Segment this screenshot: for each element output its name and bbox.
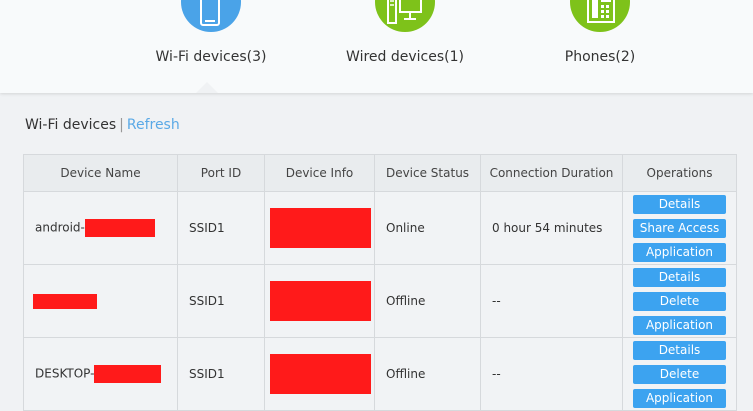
header-operations: Operations [622,154,737,192]
connection-duration-cell: -- [480,264,623,338]
active-category-pointer [196,82,218,93]
details-button[interactable]: Details [633,268,726,287]
device-name-text: android- [35,220,85,235]
device-info-cell [264,191,375,265]
header-device-name: Device Name [23,154,178,192]
redacted-name [94,365,162,383]
device-info-cell [264,264,375,338]
table-row: SSID1 Offline -- Details Delete Applicat… [23,264,737,338]
category-wifi-circle [181,0,241,32]
delete-button[interactable]: Delete [633,292,726,311]
connection-duration-cell: 0 hour 54 minutes [480,191,623,265]
device-info-cell [264,337,375,411]
redacted-device-info [270,354,371,394]
device-status-cell: Offline [374,264,481,338]
table-header-row: Device Name Port ID Device Info Device S… [23,154,737,192]
section-title: Wi-Fi devices [25,117,117,133]
tablet-icon [200,0,220,26]
device-name-text: DESKTOP- [35,366,95,381]
application-button[interactable]: Application [633,316,726,335]
details-button[interactable]: Details [633,195,726,214]
header-device-status: Device Status [374,154,481,192]
connection-duration-cell: -- [480,337,623,411]
operations-cell: Details Delete Application [622,337,737,411]
operations-cell: Details Share Access Application [622,191,737,265]
category-wired-label: Wired devices(1) [346,49,464,65]
application-button[interactable]: Application [633,243,726,262]
desktop-computer-icon [387,0,422,24]
header-connection-duration: Connection Duration [480,154,623,192]
device-category-bar: Wi-Fi devices(3) Wired devices(1) Phones… [0,0,753,93]
section-header: Wi-Fi devices | Refresh [25,117,180,133]
table-row: android- SSID1 Online 0 hour 54 minutes … [23,191,737,265]
category-phones-label: Phones(2) [564,49,636,65]
device-name-cell: DESKTOP- [23,337,178,411]
device-status-cell: Offline [374,337,481,411]
port-id-cell: SSID1 [177,264,265,338]
category-phones-circle [570,0,630,32]
port-id-cell: SSID1 [177,191,265,265]
table-row: DESKTOP- SSID1 Offline -- Details Delete… [23,337,737,411]
operations-cell: Details Delete Application [622,264,737,338]
devices-table: Device Name Port ID Device Info Device S… [23,154,737,411]
port-id-cell: SSID1 [177,337,265,411]
redacted-name [33,293,97,309]
redacted-device-info [270,208,371,248]
details-button[interactable]: Details [633,341,726,360]
device-name-cell [23,264,178,338]
header-device-info: Device Info [264,154,375,192]
refresh-link[interactable]: Refresh [127,117,180,133]
delete-button[interactable]: Delete [633,365,726,384]
device-status-cell: Online [374,191,481,265]
redacted-device-info [270,281,371,321]
header-port-id: Port ID [177,154,265,192]
desk-phone-icon [587,0,615,23]
share-access-button[interactable]: Share Access [633,219,726,238]
application-button[interactable]: Application [633,389,726,408]
category-wifi-label: Wi-Fi devices(3) [155,49,267,65]
category-wired-circle [375,0,435,32]
section-separator: | [119,117,124,133]
device-name-cell: android- [23,191,178,265]
redacted-name [84,219,155,237]
